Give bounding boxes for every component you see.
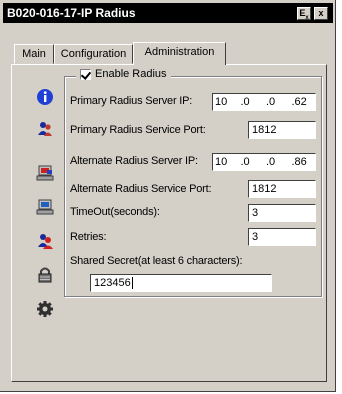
- enable-radius-checkbox[interactable]: Enable Radius: [76, 68, 171, 80]
- alternate-ip-octet-4[interactable]: .86: [290, 154, 316, 170]
- tab-main[interactable]: Main: [14, 44, 54, 64]
- close-button[interactable]: x: [314, 7, 328, 20]
- gear-icon[interactable]: [36, 300, 54, 318]
- lock-icon[interactable]: [36, 266, 54, 284]
- alternate-port-field[interactable]: 1812: [248, 180, 316, 198]
- tab-configuration[interactable]: Configuration: [54, 44, 133, 64]
- primary-ip-octet-4[interactable]: .62: [290, 94, 316, 110]
- help-button[interactable]: Ex: [297, 7, 311, 21]
- tab-administration[interactable]: Administration: [133, 42, 226, 65]
- info-icon[interactable]: [36, 88, 54, 106]
- text-cursor: [131, 277, 133, 290]
- primary-ip-octet-2[interactable]: .0: [239, 94, 265, 110]
- alternate-port-label: Alternate Radius Service Port:: [70, 183, 212, 195]
- shared-secret-value: 123456: [94, 277, 131, 289]
- user-red-icon[interactable]: [36, 232, 54, 250]
- primary-ip-field[interactable]: 10 .0 .0 .62: [212, 93, 316, 111]
- alternate-ip-octet-1[interactable]: 10: [213, 154, 239, 170]
- shared-secret-label: Shared Secret(at least 6 characters):: [70, 255, 243, 267]
- checkbox-check-icon[interactable]: [80, 68, 91, 80]
- user-group-icon[interactable]: [36, 120, 54, 138]
- enable-radius-label: Enable Radius: [95, 68, 167, 80]
- shared-secret-field[interactable]: 123456: [90, 274, 272, 292]
- alternate-ip-label: Alternate Radius Server IP:: [70, 155, 198, 167]
- close-icon: x: [318, 8, 324, 18]
- retries-field[interactable]: 3: [248, 228, 316, 246]
- radius-window: B020-016-17-IP Radius Ex x Main Configur…: [0, 0, 336, 392]
- window-title: B020-016-17-IP Radius: [7, 6, 136, 20]
- primary-port-field[interactable]: 1812: [248, 121, 316, 139]
- primary-port-label: Primary Radius Service Port:: [70, 124, 206, 136]
- primary-ip-octet-3[interactable]: .0: [264, 94, 290, 110]
- alternate-ip-octet-3[interactable]: .0: [264, 154, 290, 170]
- alternate-ip-octet-2[interactable]: .0: [239, 154, 265, 170]
- timeout-label: TimeOut(seconds):: [70, 206, 160, 218]
- primary-ip-label: Primary Radius Server IP:: [70, 95, 193, 107]
- retries-label: Retries:: [70, 231, 107, 243]
- computer-red-icon[interactable]: [36, 164, 54, 182]
- timeout-field[interactable]: 3: [248, 204, 316, 222]
- primary-ip-octet-1[interactable]: 10: [213, 94, 239, 110]
- computer-blue-icon[interactable]: [36, 198, 54, 216]
- title-bar[interactable]: B020-016-17-IP Radius Ex x: [3, 3, 333, 23]
- alternate-ip-field[interactable]: 10 .0 .0 .86: [212, 153, 316, 171]
